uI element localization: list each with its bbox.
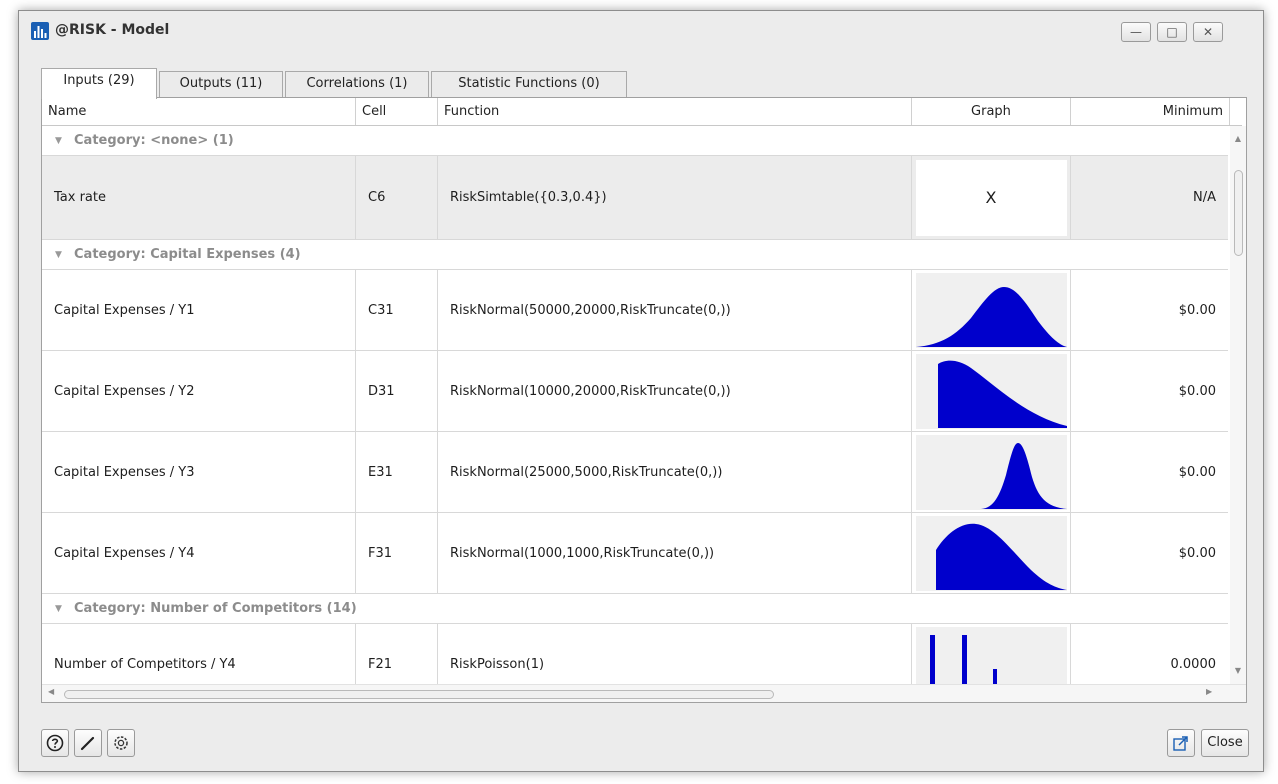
column-header-graph[interactable]: Graph <box>912 98 1071 125</box>
distribution-thumbnail <box>915 353 1067 429</box>
collapse-caret-icon[interactable]: ▼ <box>55 126 62 156</box>
row-cell: C31 <box>356 270 438 350</box>
collapse-caret-icon[interactable]: ▼ <box>55 594 62 624</box>
row-function: RiskNormal(10000,20000,RiskTruncate(0,)) <box>438 351 912 431</box>
category-label: Category: <none> (1) <box>74 133 234 148</box>
row-name: Capital Expenses / Y2 <box>42 351 356 431</box>
normal-curve-graph <box>915 286 1067 347</box>
maximize-button[interactable]: □ <box>1157 22 1187 42</box>
distribution-thumbnail <box>915 272 1067 348</box>
row-graph[interactable] <box>912 270 1071 350</box>
settings-button[interactable] <box>107 729 135 757</box>
distribution-thumbnail <box>915 434 1067 510</box>
window-title: @RISK - Model <box>55 22 170 38</box>
row-function: RiskNormal(50000,20000,RiskTruncate(0,)) <box>438 270 912 350</box>
category-header[interactable]: ▼ Category: Capital Expenses (4) <box>42 240 1228 270</box>
column-header-function[interactable]: Function <box>438 98 912 125</box>
row-cell: E31 <box>356 432 438 512</box>
category-label: Category: Number of Competitors (14) <box>74 601 357 616</box>
edit-pencil-icon <box>80 736 95 751</box>
column-header-minimum[interactable]: Minimum <box>1071 98 1230 125</box>
distribution-thumbnail <box>915 515 1067 591</box>
edit-button[interactable] <box>74 729 102 757</box>
help-icon <box>46 734 64 752</box>
scroll-down-icon[interactable]: ▼ <box>1230 666 1246 675</box>
grid-header: Name Cell Function Graph Minimum <box>42 98 1242 126</box>
row-graph[interactable]: X <box>912 156 1071 239</box>
column-header-name[interactable]: Name <box>42 98 356 125</box>
row-function: RiskNormal(1000,1000,RiskTruncate(0,)) <box>438 513 912 593</box>
tab-correlations[interactable]: Correlations (1) <box>285 71 429 97</box>
vertical-scroll-thumb[interactable] <box>1234 170 1243 256</box>
category-header[interactable]: ▼ Category: <none> (1) <box>42 126 1228 156</box>
row-minimum: N/A <box>1193 190 1216 205</box>
table-row[interactable]: Capital Expenses / Y4 F31 RiskNormal(100… <box>42 513 1228 594</box>
window-close-button[interactable]: ✕ <box>1193 22 1223 42</box>
row-cell: C6 <box>356 156 438 239</box>
model-window: @RISK - Model — □ ✕ Inputs (29) Outputs … <box>18 10 1264 772</box>
row-name: Capital Expenses / Y4 <box>42 513 356 593</box>
tab-inputs[interactable]: Inputs (29) <box>41 68 157 99</box>
row-graph[interactable] <box>912 432 1071 512</box>
horizontal-scrollbar[interactable]: ◀ ▶ <box>42 684 1246 702</box>
export-icon <box>1173 736 1188 751</box>
truncated-normal-curve-graph <box>915 523 1067 590</box>
row-cell: D31 <box>356 351 438 431</box>
row-name: Tax rate <box>42 156 356 239</box>
model-grid: Name Cell Function Graph Minimum ▼ Categ… <box>41 97 1247 703</box>
scroll-left-icon[interactable]: ◀ <box>48 687 54 696</box>
row-minimum: $0.00 <box>1178 464 1216 480</box>
title-bar: @RISK - Model — □ ✕ <box>19 11 1263 51</box>
tab-statistic-functions[interactable]: Statistic Functions (0) <box>431 71 627 97</box>
narrow-normal-curve-graph <box>915 442 1067 509</box>
row-function: RiskSimtable({0.3,0.4}) <box>438 156 912 239</box>
table-row[interactable]: Capital Expenses / Y2 D31 RiskNormal(100… <box>42 351 1228 432</box>
app-chart-icon <box>31 22 49 40</box>
scroll-up-icon[interactable]: ▲ <box>1230 134 1246 143</box>
row-minimum: $0.00 <box>1178 302 1216 318</box>
column-header-cell[interactable]: Cell <box>356 98 438 125</box>
row-minimum: $0.00 <box>1178 383 1216 399</box>
scroll-right-icon[interactable]: ▶ <box>1206 687 1212 696</box>
row-minimum: $0.00 <box>1178 545 1216 561</box>
minimize-button[interactable]: — <box>1121 22 1151 42</box>
vertical-scrollbar[interactable]: ▲ ▼ <box>1230 126 1246 702</box>
table-row[interactable]: Capital Expenses / Y1 C31 RiskNormal(500… <box>42 270 1228 351</box>
help-button[interactable] <box>41 729 69 757</box>
close-button[interactable]: Close <box>1201 729 1249 757</box>
collapse-caret-icon[interactable]: ▼ <box>55 240 62 270</box>
row-name: Capital Expenses / Y1 <box>42 270 356 350</box>
row-cell: F31 <box>356 513 438 593</box>
truncated-normal-curve-graph <box>915 360 1067 428</box>
row-function: RiskNormal(25000,5000,RiskTruncate(0,)) <box>438 432 912 512</box>
table-row[interactable]: Capital Expenses / Y3 E31 RiskNormal(250… <box>42 432 1228 513</box>
row-graph[interactable] <box>912 513 1071 593</box>
horizontal-scroll-thumb[interactable] <box>64 690 774 699</box>
tab-outputs[interactable]: Outputs (11) <box>159 71 283 97</box>
row-name: Capital Expenses / Y3 <box>42 432 356 512</box>
settings-icon <box>114 736 128 750</box>
category-header[interactable]: ▼ Category: Number of Competitors (14) <box>42 594 1228 624</box>
export-button[interactable] <box>1167 729 1195 757</box>
category-label: Category: Capital Expenses (4) <box>74 247 301 262</box>
row-graph[interactable] <box>912 351 1071 431</box>
no-graph-mark: X <box>915 159 1067 236</box>
table-row[interactable]: Tax rate C6 RiskSimtable({0.3,0.4}) X N/… <box>42 156 1228 240</box>
